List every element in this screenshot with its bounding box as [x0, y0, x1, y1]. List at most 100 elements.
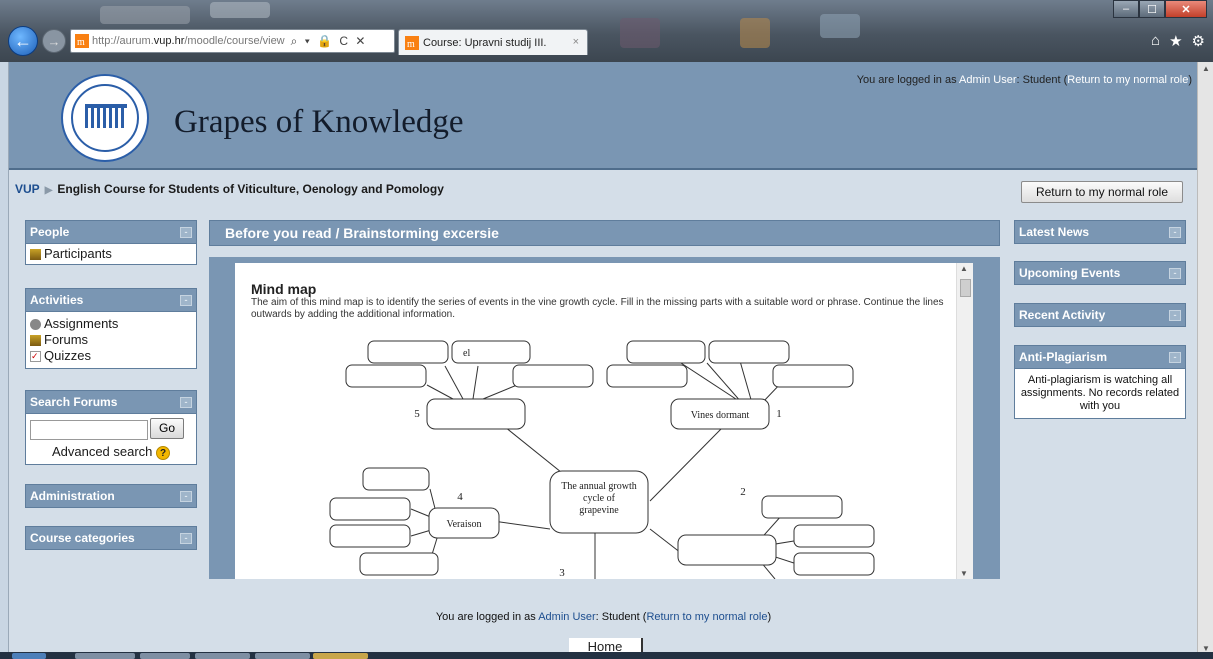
address-bar[interactable]: m http://aurum.vup.hr/moodle/course/view…	[70, 29, 395, 53]
collapse-icon[interactable]: -	[1169, 352, 1181, 363]
moodle-favicon-icon: m	[405, 35, 419, 50]
close-window-button[interactable]: ✕	[1165, 0, 1207, 18]
go-button[interactable]: Go	[150, 417, 184, 439]
mind-map-diagram: The annual growth cycle of grapevine Vin…	[329, 340, 875, 579]
forward-button[interactable]: →	[42, 29, 66, 53]
window-controls: – ☐ ✕	[1113, 0, 1207, 18]
section-title: Before you read / Brainstorming excersie	[225, 225, 499, 241]
anti-plagiarism-text: Anti-plagiarism is watching all assignme…	[1014, 369, 1186, 419]
block-header: Search Forums -	[25, 390, 197, 414]
collapse-icon[interactable]: -	[180, 397, 192, 408]
embedded-document-frame: Mind map The aim of this mind map is to …	[209, 257, 1000, 579]
block-header: People -	[25, 220, 197, 244]
block-header[interactable]: Latest News -	[1014, 220, 1186, 244]
node-number-4: 4	[457, 491, 463, 503]
advanced-search-row: Advanced search ?	[30, 444, 192, 460]
return-role-link[interactable]: Return to my normal role	[1067, 74, 1188, 86]
collapse-icon[interactable]: -	[180, 295, 192, 306]
seal-building	[85, 104, 127, 128]
block-header[interactable]: Course categories -	[25, 526, 197, 550]
desktop-background	[820, 14, 860, 38]
minimize-button[interactable]: –	[1113, 0, 1139, 18]
footer-return-role-link[interactable]: Return to my normal role	[646, 611, 767, 623]
page-scrollbar[interactable]: ▲ ▼	[1197, 62, 1213, 655]
node-number-2: 2	[740, 486, 746, 498]
advanced-search-link[interactable]: Advanced search	[52, 444, 152, 459]
quiz-icon: ✓	[30, 350, 41, 362]
node-vines-dormant-label: Vines dormant	[691, 410, 750, 421]
center-node-label-line1: The annual growth	[561, 481, 637, 492]
block-header[interactable]: Recent Activity -	[1014, 303, 1186, 327]
recent-activity-block: Recent Activity -	[1014, 303, 1186, 327]
node-number-1: 1	[776, 408, 782, 420]
expand-icon[interactable]: -	[1169, 310, 1181, 321]
user-profile-link[interactable]: Admin User	[959, 74, 1016, 86]
arrow-right-icon: →	[47, 33, 61, 49]
footer-login-info: You are logged in as Admin User: Student…	[435, 611, 772, 623]
taskbar-item[interactable]	[255, 653, 310, 659]
participants-link[interactable]: Participants	[30, 246, 192, 262]
svg-text:m: m	[407, 39, 415, 50]
breadcrumb-root-link[interactable]: VUP	[15, 182, 40, 196]
people-block: People - Participants	[25, 220, 197, 265]
settings-gear-icon[interactable]: ⚙	[1192, 32, 1205, 50]
breadcrumb-course: English Course for Students of Viticultu…	[57, 182, 444, 196]
breadcrumb: VUP ▶ English Course for Students of Vitic…	[15, 182, 444, 196]
tab-title: Course: Upravni studij III.	[423, 36, 547, 49]
document-scrollbar[interactable]: ▲ ▼	[956, 263, 973, 579]
site-header: Grapes of Knowledge You are logged in as…	[9, 62, 1198, 170]
moodle-page: Grapes of Knowledge You are logged in as…	[8, 62, 1198, 655]
site-title[interactable]: Grapes of Knowledge	[174, 104, 464, 141]
maximize-button[interactable]: ☐	[1139, 0, 1165, 18]
back-button[interactable]: ←	[8, 26, 38, 56]
desktop-background	[100, 6, 190, 24]
home-icon[interactable]: ⌂	[1151, 32, 1160, 50]
assignments-link[interactable]: Assignments	[30, 316, 192, 332]
favorites-icon[interactable]: ★	[1169, 32, 1182, 50]
taskbar-item[interactable]	[75, 653, 135, 659]
taskbar-item[interactable]	[140, 653, 190, 659]
scroll-thumb[interactable]	[960, 279, 971, 297]
browser-tab[interactable]: m Course: Upravni studij III. ×	[398, 29, 588, 55]
breadcrumb-separator-icon: ▶	[44, 185, 53, 196]
block-header[interactable]: Upcoming Events -	[1014, 261, 1186, 285]
start-button[interactable]	[12, 653, 46, 659]
course-categories-block: Course categories -	[25, 526, 197, 550]
quizzes-link[interactable]: ✓ Quizzes	[30, 348, 192, 364]
forum-icon	[30, 334, 41, 346]
block-header[interactable]: Administration -	[25, 484, 197, 508]
node-number-5: 5	[414, 408, 420, 420]
desktop-background	[740, 18, 770, 48]
browser-chrome: ← → m http://aurum.vup.hr/moodle/course/…	[0, 0, 1213, 62]
assignment-icon	[30, 318, 41, 330]
mind-map-document[interactable]: Mind map The aim of this mind map is to …	[235, 263, 973, 579]
help-icon[interactable]: ?	[156, 446, 171, 460]
scroll-up-icon[interactable]: ▲	[960, 264, 968, 273]
address-bar-icons[interactable]: ⌕ ▾ 🔒 C ✕	[291, 34, 368, 49]
scroll-up-icon[interactable]: ▲	[1202, 64, 1210, 73]
expand-icon[interactable]: -	[180, 491, 192, 502]
search-forums-input[interactable]	[30, 420, 148, 440]
activities-block: Activities - Assignments Forums ✓ Quizzes	[25, 288, 197, 369]
expand-icon[interactable]: -	[180, 533, 192, 544]
tab-close-icon[interactable]: ×	[573, 36, 579, 48]
os-taskbar	[0, 652, 1213, 659]
collapse-icon[interactable]: -	[180, 227, 192, 238]
expand-icon[interactable]: -	[1169, 268, 1181, 279]
arrow-left-icon: ←	[14, 30, 32, 51]
university-seal-logo	[61, 74, 149, 162]
scroll-down-icon[interactable]: ▼	[960, 569, 968, 578]
node-number-3: 3	[559, 567, 565, 579]
return-to-normal-role-button[interactable]: Return to my normal role	[1021, 181, 1183, 203]
taskbar-item[interactable]	[313, 653, 368, 659]
taskbar-item[interactable]	[195, 653, 250, 659]
forums-link[interactable]: Forums	[30, 332, 192, 348]
expand-icon[interactable]: -	[1169, 227, 1181, 238]
login-info: You are logged in as Admin User: Student…	[856, 74, 1192, 86]
footer-user-link[interactable]: Admin User	[538, 611, 595, 623]
typed-answer-text[interactable]: el	[463, 348, 470, 359]
administration-block: Administration -	[25, 484, 197, 508]
search-row: Go	[30, 416, 192, 440]
block-header: Activities -	[25, 288, 197, 312]
svg-text:m: m	[77, 37, 85, 48]
